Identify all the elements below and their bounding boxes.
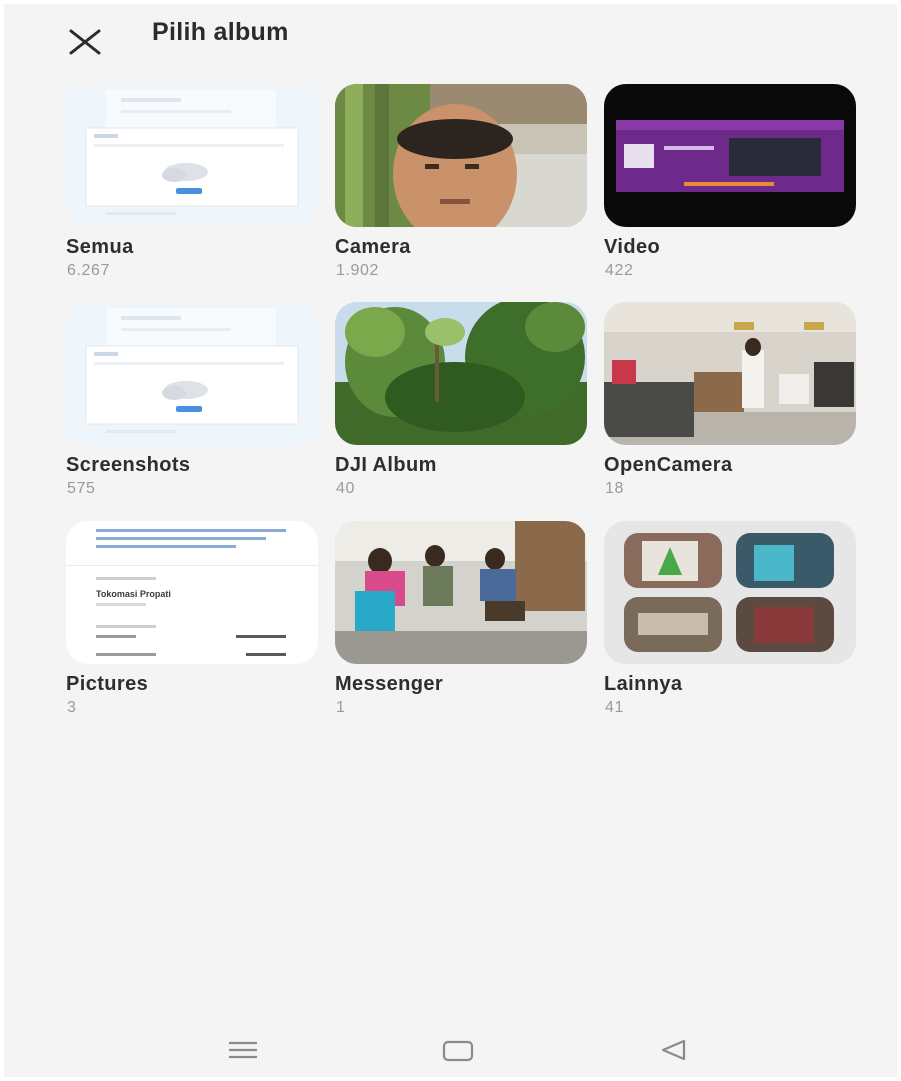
album-name: Semua [66, 236, 134, 258]
album-thumbnail [66, 84, 318, 227]
album-video[interactable]: Video 422 [604, 84, 856, 294]
album-screenshots[interactable]: Screenshots 575 [66, 302, 318, 512]
album-opencamera[interactable]: OpenCamera 18 [604, 302, 856, 512]
album-count: 422 [605, 262, 634, 279]
album-name: Lainnya [604, 673, 683, 695]
pictures-heading: Tokomasi Propati [96, 589, 171, 599]
album-grid: Semua 6.267 Camera 1.902 Video 422 Scree… [4, 4, 897, 804]
album-name: DJI Album [335, 454, 437, 476]
album-thumbnail [335, 521, 587, 664]
album-thumbnail [604, 521, 856, 664]
home-icon[interactable] [438, 1034, 478, 1066]
album-count: 1 [336, 699, 346, 716]
album-count: 18 [605, 480, 624, 497]
album-count: 41 [605, 699, 624, 716]
album-count: 40 [336, 480, 355, 497]
album-count: 1.902 [336, 262, 380, 279]
back-icon[interactable] [654, 1034, 694, 1066]
album-name: Screenshots [66, 454, 191, 476]
album-messenger[interactable]: Messenger 1 [335, 521, 587, 731]
album-count: 575 [67, 480, 96, 497]
album-thumbnail [66, 302, 318, 445]
album-lainnya[interactable]: Lainnya 41 [604, 521, 856, 731]
album-camera[interactable]: Camera 1.902 [335, 84, 587, 294]
album-name: Pictures [66, 673, 149, 695]
album-pictures[interactable]: Tokomasi Propati Pictures 3 [66, 521, 318, 731]
album-thumbnail [335, 302, 587, 445]
album-semua[interactable]: Semua 6.267 [66, 84, 318, 294]
system-navigation-bar [4, 1024, 897, 1076]
album-name: Camera [335, 236, 411, 258]
album-name: OpenCamera [604, 454, 733, 476]
album-thumbnail [604, 302, 856, 445]
album-thumbnail [335, 84, 587, 227]
album-name: Messenger [335, 673, 444, 695]
album-name: Video [604, 236, 661, 258]
album-thumbnail: Tokomasi Propati [66, 521, 318, 664]
album-picker-screen: Pilih album Semua 6.267 Camera 1.902 Vid… [4, 4, 897, 1077]
menu-icon[interactable] [223, 1034, 263, 1066]
album-count: 6.267 [67, 262, 111, 279]
album-dji[interactable]: DJI Album 40 [335, 302, 587, 512]
album-thumbnail [604, 84, 856, 227]
album-count: 3 [67, 699, 77, 716]
